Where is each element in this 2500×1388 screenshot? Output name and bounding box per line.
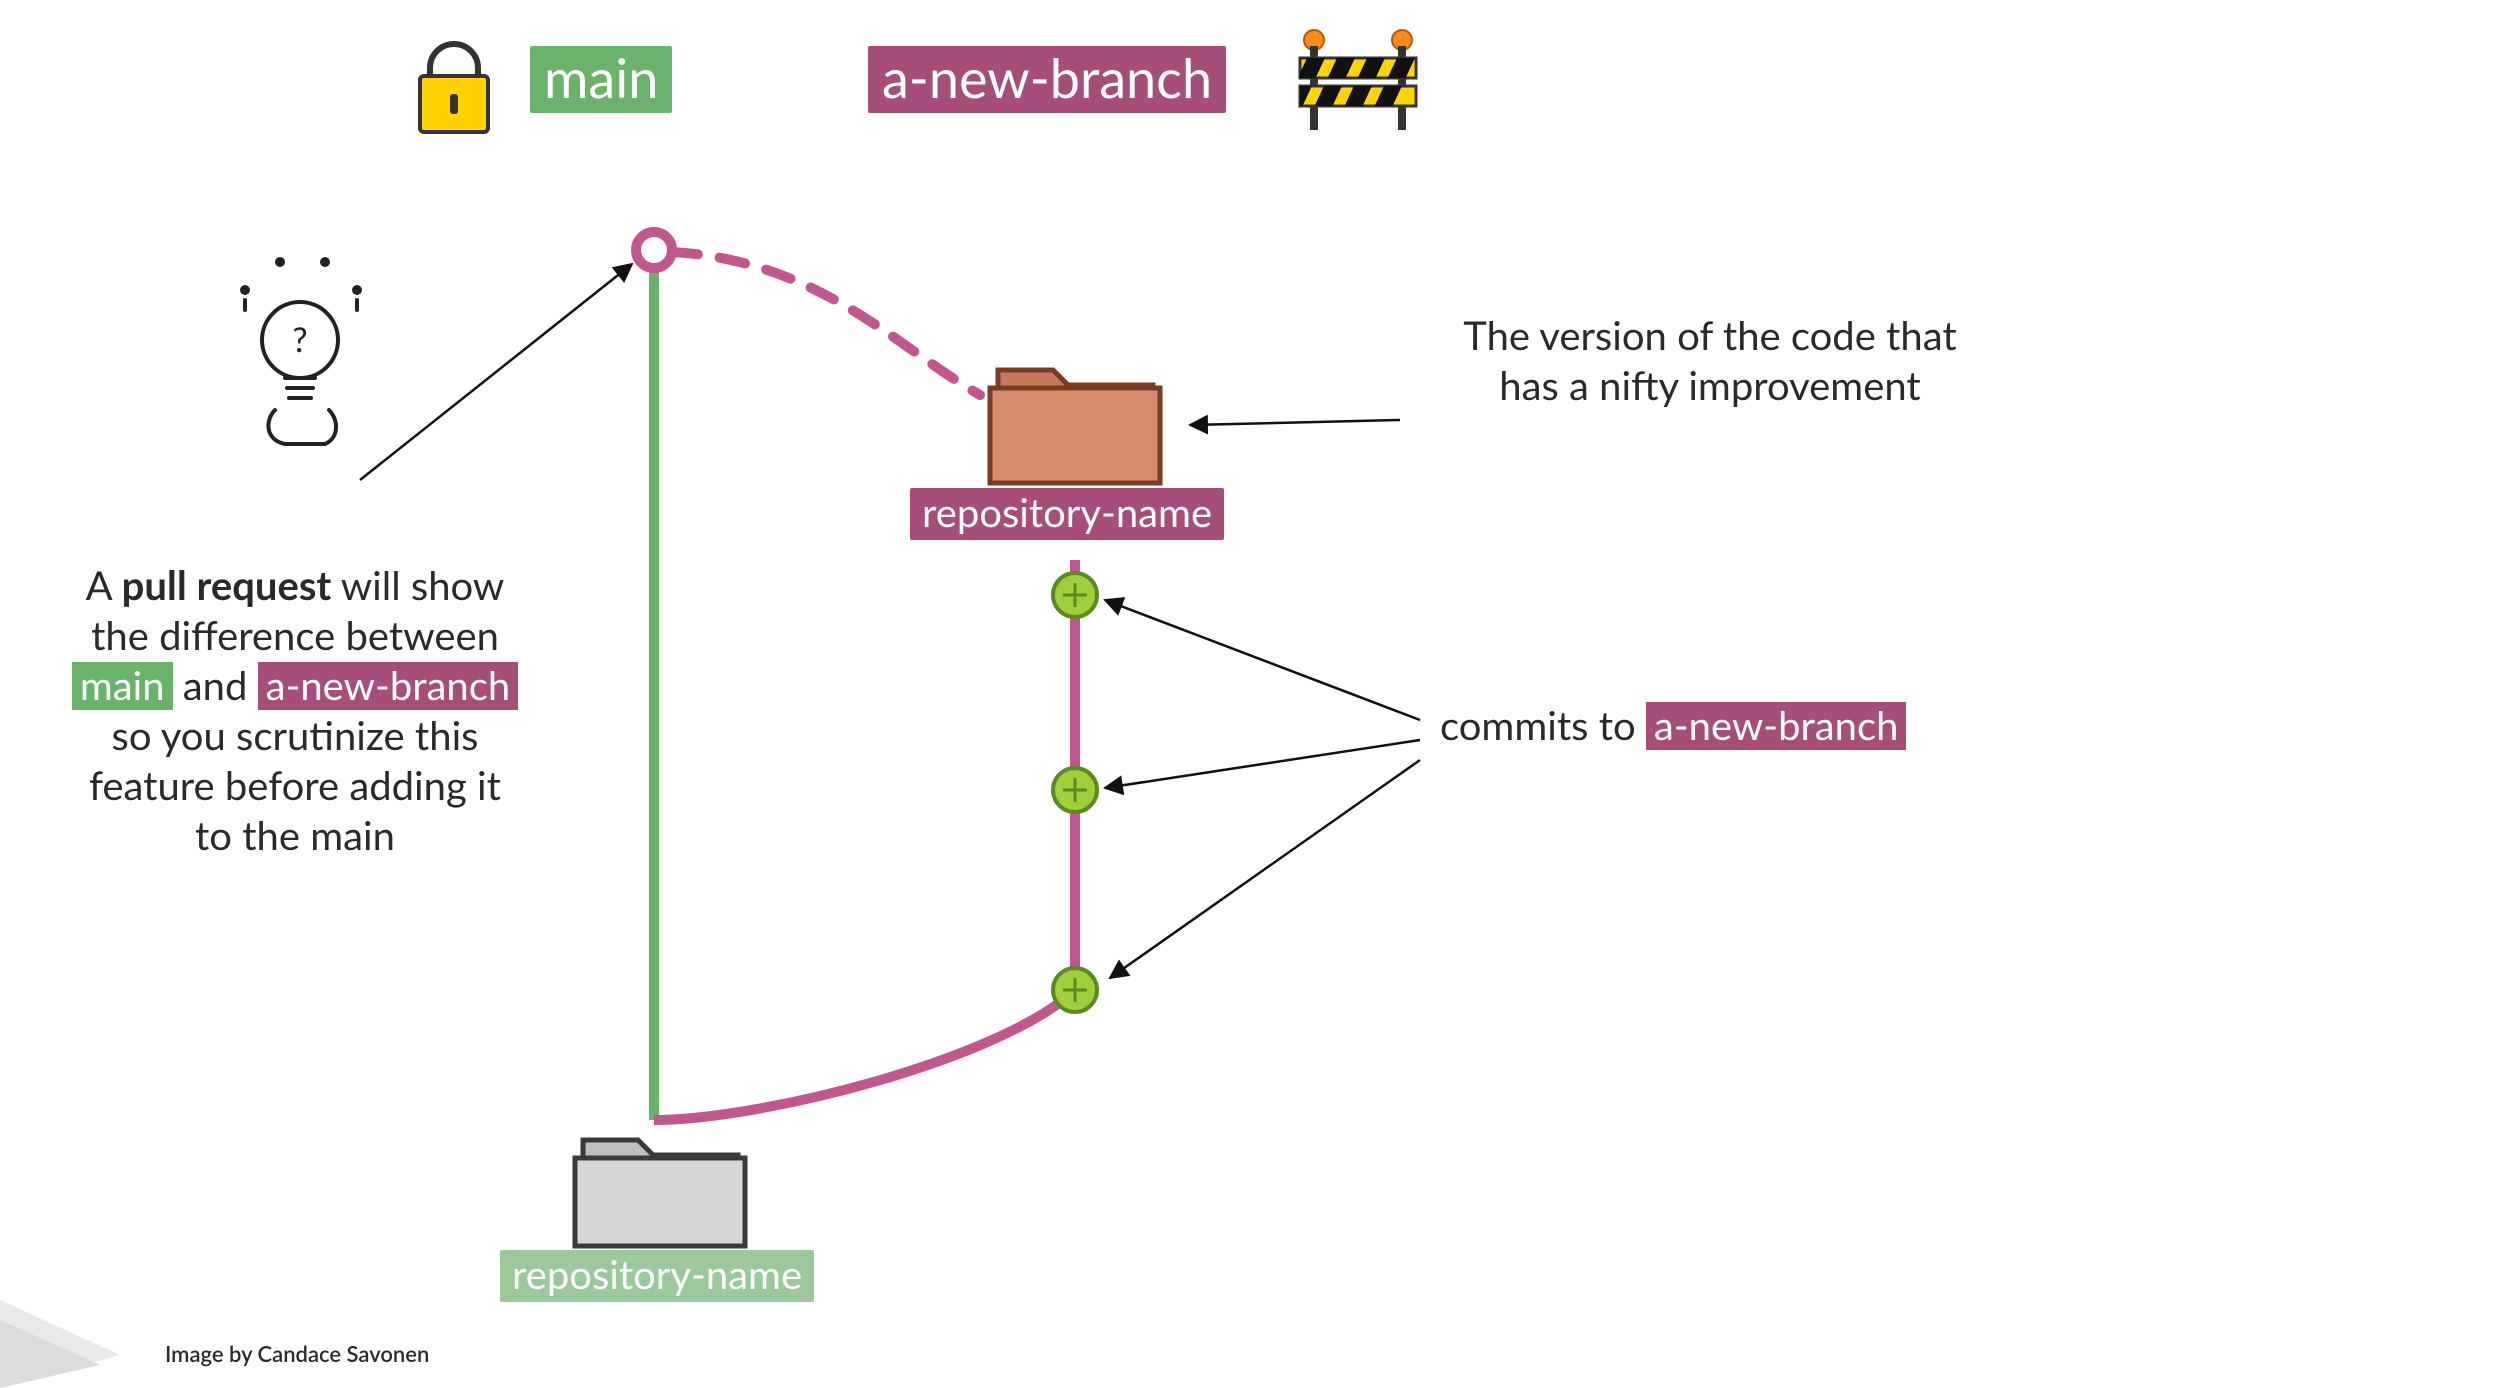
commit-node-3 bbox=[1053, 968, 1097, 1012]
pr-caption-branch-badge: a-new-branch bbox=[258, 662, 519, 710]
new-branch-badge: a-new-branch bbox=[868, 46, 1226, 113]
pr-caption-l6: to the main bbox=[195, 811, 395, 859]
pr-dashed-curve bbox=[672, 252, 980, 395]
version-caption: The version of the code that has a nifty… bbox=[1430, 310, 1990, 410]
commits-caption-branch-badge: a-new-branch bbox=[1646, 702, 1907, 750]
commit-node-1 bbox=[1053, 573, 1097, 617]
pr-caption-l1c: will show bbox=[331, 561, 504, 609]
pr-caption-main-badge: main bbox=[72, 662, 173, 710]
main-folder-icon bbox=[575, 1140, 745, 1246]
lock-icon bbox=[420, 44, 488, 132]
lightbulb-icon: ? bbox=[240, 257, 362, 444]
commits-caption: commits to a-new-branch bbox=[1440, 700, 2040, 750]
arrow-commits-3 bbox=[1110, 760, 1420, 978]
pr-caption: A pull request will show the difference … bbox=[20, 560, 570, 860]
pr-caption-l2: the difference between bbox=[91, 611, 499, 659]
attribution-text: Image by Candace Savonen bbox=[165, 1340, 429, 1367]
barricade-icon bbox=[1255, 30, 1416, 130]
commit-node-2 bbox=[1053, 768, 1097, 812]
branch-folder-icon bbox=[990, 370, 1160, 483]
pr-caption-l1b: pull request bbox=[122, 561, 332, 609]
main-branch-badge: main bbox=[530, 46, 672, 113]
pr-caption-l5: feature before adding it bbox=[89, 761, 501, 809]
pr-caption-l4: so you scrutinize this bbox=[112, 711, 479, 759]
svg-text:?: ? bbox=[292, 319, 307, 360]
pr-caption-l3mid: and bbox=[173, 661, 258, 709]
pr-caption-l1a: A bbox=[86, 561, 122, 609]
branch-repo-label: repository-name bbox=[910, 488, 1224, 540]
arrow-version-to-folder bbox=[1190, 420, 1400, 425]
diagram-root: { "header": { "main_label": "main", "bra… bbox=[0, 0, 2500, 1388]
pr-ring-icon bbox=[636, 232, 672, 268]
branch-curve bbox=[654, 990, 1075, 1120]
arrow-commits-2 bbox=[1105, 740, 1420, 788]
arrow-pr-to-ring bbox=[360, 264, 632, 480]
main-repo-label: repository-name bbox=[500, 1250, 814, 1302]
arrow-commits-1 bbox=[1105, 600, 1420, 720]
commits-caption-prefix: commits to bbox=[1440, 701, 1646, 749]
